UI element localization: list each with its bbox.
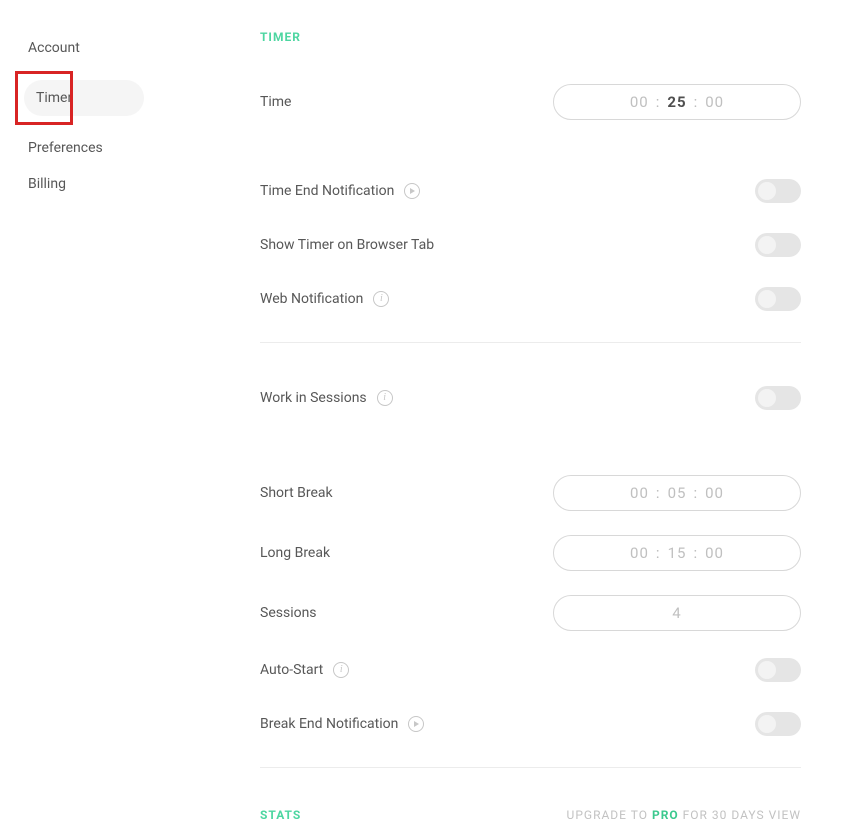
time-input[interactable]: 00 : 25 : 00 <box>553 84 801 120</box>
time-colon: : <box>693 93 700 111</box>
short-break-input[interactable]: 00 : 05 : 00 <box>553 475 801 511</box>
long-break-hh: 00 <box>624 544 655 562</box>
sidebar-item-timer-highlight: Timer <box>16 72 72 124</box>
row-auto-start: Auto-Start <box>260 655 801 685</box>
row-short-break: Short Break 00 : 05 : 00 <box>260 475 801 511</box>
toggle-break-end-notification[interactable] <box>755 712 801 736</box>
play-preview-icon[interactable] <box>408 716 424 732</box>
time-hh: 00 <box>624 93 655 111</box>
row-work-in-sessions: Work in Sessions <box>260 383 801 413</box>
label-short-break: Short Break <box>260 485 333 501</box>
row-web-notification: Web Notification <box>260 284 801 314</box>
row-stats-header: STATS UPGRADE TO PRO FOR 30 DAYS VIEW <box>260 808 801 822</box>
section-title-timer: TIMER <box>260 30 801 44</box>
row-break-end-notification: Break End Notification <box>260 709 801 739</box>
time-mm: 25 <box>661 93 692 111</box>
sidebar: Account Timer Preferences Billing <box>0 30 180 822</box>
play-preview-icon[interactable] <box>404 183 420 199</box>
sessions-value: 4 <box>666 604 687 622</box>
info-icon[interactable] <box>333 662 349 678</box>
sessions-input[interactable]: 4 <box>553 595 801 631</box>
short-break-mm: 05 <box>662 484 693 502</box>
long-break-mm: 15 <box>662 544 693 562</box>
sidebar-item-billing[interactable]: Billing <box>16 166 136 202</box>
label-web-notification: Web Notification <box>260 291 363 307</box>
label-sessions: Sessions <box>260 605 317 621</box>
label-break-end-notification: Break End Notification <box>260 716 398 732</box>
row-long-break: Long Break 00 : 15 : 00 <box>260 535 801 571</box>
upgrade-pre: UPGRADE TO <box>567 808 652 822</box>
divider <box>260 767 801 768</box>
upgrade-callout[interactable]: UPGRADE TO PRO FOR 30 DAYS VIEW <box>567 808 801 822</box>
row-time: Time 00 : 25 : 00 <box>260 84 801 120</box>
sidebar-item-timer[interactable]: Timer <box>24 80 144 116</box>
long-break-input[interactable]: 00 : 15 : 00 <box>553 535 801 571</box>
label-time: Time <box>260 94 291 110</box>
label-long-break: Long Break <box>260 545 330 561</box>
label-time-end-notification: Time End Notification <box>260 183 394 199</box>
sidebar-item-preferences[interactable]: Preferences <box>16 130 136 166</box>
upgrade-post: FOR 30 DAYS VIEW <box>679 808 801 822</box>
short-break-hh: 00 <box>624 484 655 502</box>
toggle-web-notification[interactable] <box>755 287 801 311</box>
sidebar-item-account[interactable]: Account <box>16 30 136 66</box>
toggle-time-end-notification[interactable] <box>755 179 801 203</box>
label-work-in-sessions: Work in Sessions <box>260 390 367 406</box>
time-ss: 00 <box>699 93 730 111</box>
row-show-timer-tab: Show Timer on Browser Tab <box>260 230 801 260</box>
section-title-stats: STATS <box>260 808 301 822</box>
row-sessions: Sessions 4 <box>260 595 801 631</box>
divider <box>260 342 801 343</box>
time-colon: : <box>655 93 662 111</box>
toggle-show-timer-tab[interactable] <box>755 233 801 257</box>
toggle-work-in-sessions[interactable] <box>755 386 801 410</box>
row-time-end-notification: Time End Notification <box>260 176 801 206</box>
info-icon[interactable] <box>373 291 389 307</box>
info-icon[interactable] <box>377 390 393 406</box>
label-auto-start: Auto-Start <box>260 662 323 678</box>
label-show-timer-tab: Show Timer on Browser Tab <box>260 237 434 253</box>
short-break-ss: 00 <box>699 484 730 502</box>
main-content: TIMER Time 00 : 25 : 00 Time End Notific… <box>180 30 861 822</box>
long-break-ss: 00 <box>699 544 730 562</box>
toggle-auto-start[interactable] <box>755 658 801 682</box>
upgrade-pro: PRO <box>652 808 679 822</box>
